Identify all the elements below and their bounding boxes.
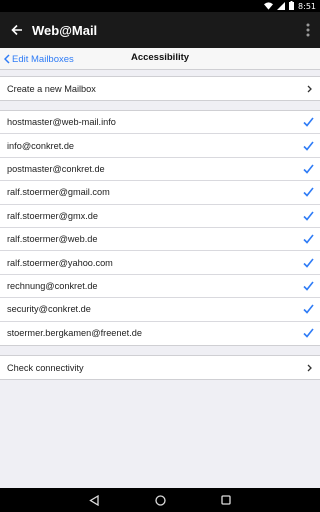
checkmark-icon <box>302 257 314 269</box>
app-bar: Web@Mail <box>0 12 320 48</box>
system-navigation-bar <box>0 488 320 512</box>
mailbox-address: security@conkret.de <box>7 304 91 315</box>
mailbox-address: hostmaster@web-mail.info <box>7 117 116 128</box>
overflow-menu-icon[interactable] <box>302 20 314 40</box>
checkmark-icon <box>302 327 314 339</box>
checkmark-icon <box>302 303 314 315</box>
check-connectivity-label: Check connectivity <box>7 362 84 373</box>
checkmark-icon <box>302 233 314 245</box>
chevron-right-icon <box>305 84 313 94</box>
mailbox-address: rechnung@conkret.de <box>7 280 98 291</box>
status-icons: 8:51 <box>264 0 316 12</box>
mailbox-row[interactable]: ralf.stoermer@yahoo.com <box>0 251 320 275</box>
mailbox-address: info@conkret.de <box>7 140 75 151</box>
system-back-icon[interactable] <box>87 493 101 507</box>
status-time: 8:51 <box>298 1 316 11</box>
checkmark-icon <box>302 140 314 152</box>
checkmark-icon <box>302 116 314 128</box>
mailbox-address: stoermer.bergkamen@freenet.de <box>7 328 142 339</box>
status-bar: 8:51 <box>0 0 320 12</box>
mailbox-address: ralf.stoermer@gmx.de <box>7 210 99 221</box>
mailbox-row[interactable]: ralf.stoermer@web.de <box>0 228 320 252</box>
mailbox-address: ralf.stoermer@gmail.com <box>7 187 110 198</box>
create-mailbox-label: Create a new Mailbox <box>7 83 96 94</box>
mailbox-row[interactable]: ralf.stoermer@gmail.com <box>0 181 320 205</box>
checkmark-icon <box>302 210 314 222</box>
mailbox-row[interactable]: security@conkret.de <box>0 298 320 322</box>
checkmark-icon <box>302 280 314 292</box>
mailbox-list: hostmaster@web-mail.info info@conkret.de… <box>0 110 320 346</box>
mailbox-row[interactable]: info@conkret.de <box>0 134 320 158</box>
checkmark-icon <box>302 186 314 198</box>
mailbox-row[interactable]: postmaster@conkret.de <box>0 158 320 182</box>
check-connectivity-row[interactable]: Check connectivity <box>0 356 320 379</box>
checkmark-icon <box>302 163 314 175</box>
mailbox-row[interactable]: stoermer.bergkamen@freenet.de <box>0 322 320 345</box>
system-recents-icon[interactable] <box>219 493 233 507</box>
chevron-right-icon <box>305 363 313 373</box>
mailbox-row[interactable]: rechnung@conkret.de <box>0 275 320 299</box>
connectivity-group: Check connectivity <box>0 355 320 381</box>
navigation-bar: Edit Mailboxes Accessibility <box>0 48 320 70</box>
mailbox-address: postmaster@conkret.de <box>7 163 105 174</box>
page-title: Accessibility <box>130 52 190 63</box>
mailbox-row[interactable]: ralf.stoermer@gmx.de <box>0 205 320 228</box>
system-home-icon[interactable] <box>153 493 167 507</box>
arrow-back-icon[interactable] <box>6 19 28 41</box>
mailbox-row[interactable]: hostmaster@web-mail.info <box>0 111 320 135</box>
app-title: Web@Mail <box>32 23 98 38</box>
mailbox-address: ralf.stoermer@yahoo.com <box>7 257 113 268</box>
mailbox-address: ralf.stoermer@web.de <box>7 234 98 245</box>
create-group: Create a new Mailbox <box>0 76 320 102</box>
create-mailbox-row[interactable]: Create a new Mailbox <box>0 77 320 100</box>
